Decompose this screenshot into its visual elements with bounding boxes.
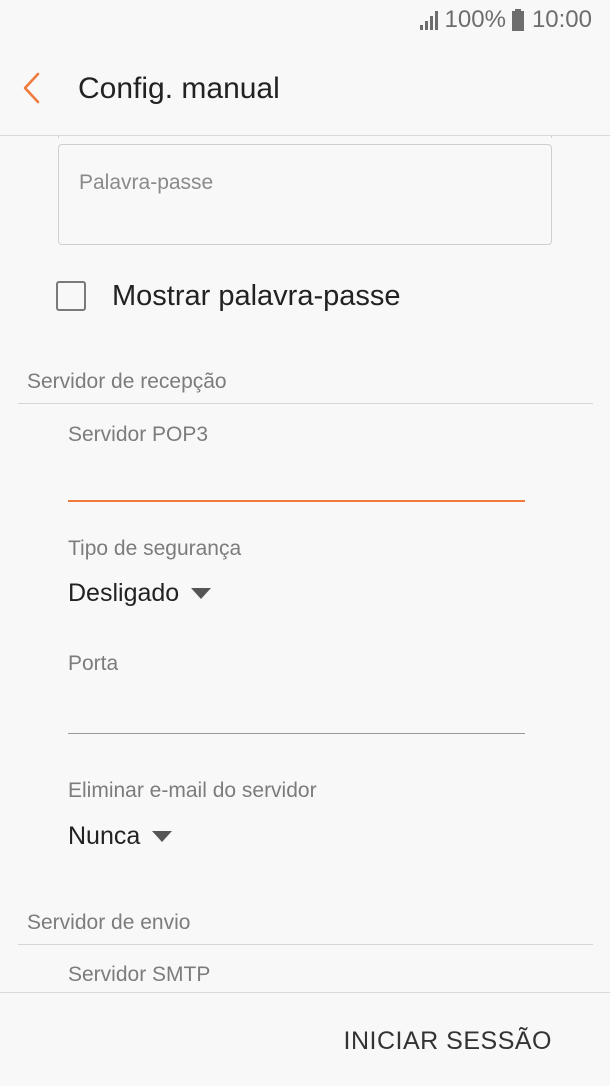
login-button[interactable]: INICIAR SESSÃO	[344, 1027, 552, 1056]
outgoing-section-divider	[18, 944, 593, 945]
password-placeholder: Palavra-passe	[79, 171, 214, 194]
clock: 10:00	[531, 6, 592, 33]
status-indicators: 100% 10:00	[419, 6, 592, 34]
security-type-value: Desligado	[68, 579, 180, 607]
previous-field-edge	[58, 136, 552, 138]
security-type-label: Tipo de segurança	[68, 537, 242, 560]
page-title: Config. manual	[78, 72, 280, 105]
password-field[interactable]: Palavra-passe	[58, 144, 552, 245]
chevron-left-icon[interactable]	[18, 70, 48, 106]
delete-email-label: Eliminar e-mail do servidor	[68, 779, 317, 802]
screen: 100% 10:00 Config. manual Palavra-passe …	[0, 0, 610, 1086]
pop3-server-label: Servidor POP3	[68, 423, 209, 446]
incoming-section-divider	[18, 403, 593, 404]
bottom-action-bar: INICIAR SESSÃO	[0, 992, 610, 1086]
show-password-label: Mostrar palavra-passe	[112, 279, 401, 312]
delete-email-value: Nunca	[68, 822, 141, 850]
security-type-dropdown[interactable]: Desligado	[68, 579, 212, 608]
signal-icon	[419, 11, 438, 30]
show-password-toggle[interactable]: Mostrar palavra-passe	[56, 276, 401, 316]
delete-email-dropdown[interactable]: Nunca	[68, 822, 173, 851]
dropdown-arrow-icon	[152, 831, 173, 842]
app-bar: Config. manual	[0, 40, 610, 136]
port-input[interactable]	[68, 733, 525, 734]
pop3-server-input[interactable]	[68, 500, 525, 502]
port-label: Porta	[68, 652, 119, 675]
incoming-section-header: Servidor de recepção	[27, 370, 227, 393]
show-password-checkbox[interactable]	[56, 281, 86, 311]
battery-percent: 100%	[444, 6, 506, 33]
settings-form[interactable]: Palavra-passe Mostrar palavra-passe Serv…	[0, 136, 610, 992]
battery-icon	[511, 9, 524, 31]
dropdown-arrow-icon	[191, 588, 212, 599]
smtp-server-label: Servidor SMTP	[68, 963, 211, 986]
status-bar: 100% 10:00	[0, 0, 610, 40]
outgoing-section-header: Servidor de envio	[27, 911, 191, 934]
